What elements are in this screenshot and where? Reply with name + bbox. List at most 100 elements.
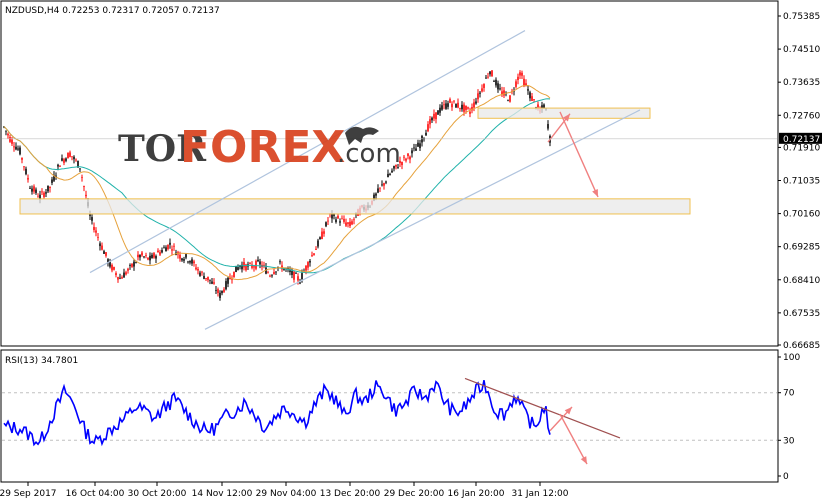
candle-body: [43, 192, 45, 198]
candle-body: [211, 281, 213, 284]
candle-body: [305, 265, 307, 271]
candle-body: [291, 270, 293, 275]
rsi-plot-frame: [0, 349, 779, 483]
candle-body: [351, 221, 353, 225]
candle-body: [341, 218, 343, 220]
candle-body: [9, 137, 11, 142]
candle-body: [21, 157, 23, 160]
y-tick-label: 0.75385: [783, 12, 820, 22]
y-tick-label: 0.73635: [783, 78, 820, 88]
candle-body: [507, 100, 509, 102]
candle-body: [495, 79, 497, 86]
candle-body: [149, 255, 151, 261]
candle-body: [25, 168, 27, 175]
y-tick-label: 0.71910: [783, 143, 820, 153]
x-tick-label: 16 Oct 04:00: [66, 489, 125, 499]
candle-body: [431, 117, 433, 121]
candle-body: [439, 107, 441, 113]
support-resistance-zone: [19, 198, 691, 215]
candle-body: [215, 290, 217, 291]
candle-body: [203, 275, 205, 279]
candle-body: [453, 100, 455, 102]
candle-body: [273, 272, 275, 274]
candle-body: [435, 112, 437, 120]
candle-body: [515, 81, 517, 87]
candle-body: [181, 258, 183, 261]
candle-body: [213, 282, 215, 284]
candle-body: [157, 250, 159, 253]
candle-body: [417, 142, 419, 147]
candle-body: [23, 166, 25, 168]
candle-body: [527, 89, 529, 91]
candle-body: [481, 88, 483, 92]
candle-body: [321, 231, 323, 239]
candle-body: [145, 255, 147, 256]
candle-body: [343, 218, 345, 222]
candle-body: [143, 256, 145, 258]
candle-body: [253, 266, 255, 268]
candle-body: [117, 277, 119, 280]
candle-body: [491, 70, 493, 77]
candle-body: [255, 260, 257, 269]
candle-body: [93, 226, 95, 230]
candle-body: [477, 93, 479, 100]
candle-body: [67, 152, 69, 159]
candle-body: [85, 194, 87, 197]
y-tick-label: 0.67535: [783, 309, 820, 319]
candle-body: [13, 146, 15, 148]
rsi-tick-label: 100: [783, 353, 800, 363]
candle-body: [243, 262, 245, 268]
watermark-logo: TOR FOREX .com: [118, 122, 401, 173]
candle-body: [127, 268, 129, 271]
rsi-trendline: [464, 377, 621, 439]
candle-body: [235, 266, 237, 273]
x-tick-label: 30 Oct 20:00: [128, 489, 187, 499]
candle-body: [45, 192, 47, 194]
candle-body: [309, 260, 311, 263]
candle-body: [185, 254, 187, 258]
candle-body: [115, 273, 117, 276]
candle-body: [447, 103, 449, 107]
candle-body: [63, 159, 65, 163]
watermark-com: .com: [337, 139, 401, 169]
candle-body: [485, 77, 487, 79]
candle-body: [387, 173, 389, 178]
candle-body: [437, 110, 439, 115]
candle-body: [509, 95, 511, 102]
candle-body: [179, 254, 181, 259]
candle-body: [99, 243, 101, 247]
candle-body: [29, 187, 31, 189]
candle-body: [121, 277, 123, 279]
candle-body: [353, 219, 355, 221]
candle-body: [163, 247, 165, 249]
candle-body: [201, 271, 203, 273]
candle-body: [339, 221, 341, 223]
candle-body: [301, 273, 303, 280]
price-y-axis: 0.75385 0.74510 0.73635 0.72760 0.71910 0.710…: [778, 12, 820, 351]
candle-body: [465, 105, 467, 110]
candle-body: [319, 237, 321, 240]
candle-body: [5, 130, 7, 132]
candle-body: [457, 102, 459, 108]
candle-body: [383, 183, 385, 186]
candle-body: [469, 111, 471, 114]
candle-body: [377, 188, 379, 193]
x-tick-label: 29 Sep 2017: [0, 489, 57, 499]
rsi-y-axis: 100 70 30 0: [778, 353, 800, 482]
candle-body: [103, 251, 105, 254]
candle-body: [269, 275, 271, 277]
candle-body: [131, 263, 133, 267]
candle-body: [207, 276, 209, 281]
candle-body: [39, 194, 41, 199]
candle-body: [47, 185, 49, 192]
candle-body: [113, 267, 115, 270]
candle-body: [259, 261, 261, 265]
candle-body: [33, 186, 35, 192]
candle-body: [327, 220, 329, 222]
rsi-tick-label: 30: [783, 436, 795, 446]
candle-body: [429, 119, 431, 125]
candle-body: [295, 273, 297, 274]
candle-body: [101, 245, 103, 250]
candle-body: [27, 177, 29, 180]
candle-body: [289, 270, 291, 272]
